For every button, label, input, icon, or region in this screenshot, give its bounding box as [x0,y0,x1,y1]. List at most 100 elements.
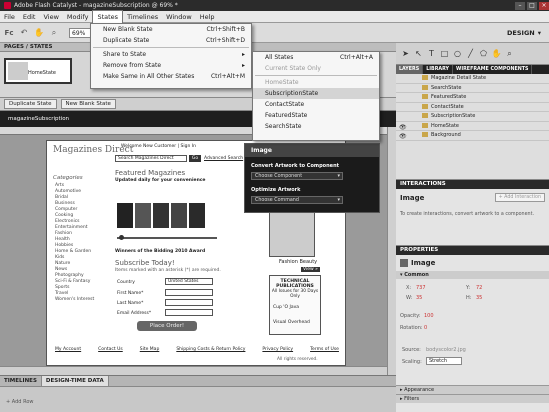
direct-select-icon[interactable]: ↖ [413,48,424,59]
country-select[interactable]: United States [165,278,213,285]
select-arrow-icon[interactable]: ➤ [400,48,411,59]
layer-row[interactable]: FeaturedState [396,93,549,103]
hand-icon[interactable]: ✋ [33,27,45,39]
submenu-item-homestate[interactable]: HomeState [253,77,379,88]
footer-link[interactable]: Terms of Use [310,347,339,352]
filters-section[interactable]: ▸ Filters [396,394,549,403]
menu-item-make-same-all-states[interactable]: Make Same in All Other States Ctrl+Alt+M [91,71,251,82]
menu-separator [255,75,377,76]
common-section[interactable]: ▾ Common [396,271,549,279]
opacity-value[interactable]: 100 [424,313,434,319]
line-tool-icon[interactable]: ╱ [465,48,476,59]
menu-item-new-blank-state[interactable]: New Blank State Ctrl+Shift+B [91,24,251,35]
submenu-item-all-states[interactable]: All States Ctrl+Alt+A [253,52,379,63]
y-value[interactable]: 72 [476,285,482,291]
footer-link[interactable]: Privacy Policy [262,347,293,352]
submenu-item-current-state-only[interactable]: Current State Only [253,63,379,74]
tab-design-time-data[interactable]: DESIGN-TIME DATA [41,376,109,386]
menu-file[interactable]: File [0,11,19,23]
submenu-item-featuredstate[interactable]: FeaturedState [253,110,379,121]
tech-ad-box[interactable]: TECHNICAL PUBLICATIONS All Issues for 30… [269,275,321,335]
title-bar: Adobe Flash Catalyst - magazineSubscript… [0,0,549,11]
tab-timelines[interactable]: TIMELINES [0,376,42,386]
appearance-section[interactable]: ▸ Appearance [396,385,549,394]
magazine-cover-image[interactable] [135,203,151,228]
magazine-cover-image[interactable] [171,203,187,228]
scaling-select[interactable]: Stretch [426,357,462,365]
w-value[interactable]: 35 [416,295,422,301]
footer-link[interactable]: My Account [55,347,81,352]
undo-icon[interactable]: ↶ [18,27,30,39]
email-input[interactable] [165,309,213,316]
footer-link[interactable]: Contact Us [98,347,123,352]
menu-timelines[interactable]: Timelines [123,11,162,23]
choose-command-select[interactable]: Choose Command [251,196,343,204]
polygon-tool-icon[interactable]: ⬠ [478,48,489,59]
layer-name: SubscriptionState [431,113,476,119]
hand-tool-icon[interactable]: ✋ [491,48,502,59]
rotation-value[interactable]: 0 [424,325,427,331]
duplicate-state-button[interactable]: Duplicate State [4,99,57,109]
vertical-scrollbar[interactable] [387,127,396,375]
workspace-switcher[interactable]: DESIGN ▾ [396,23,549,43]
maximize-button[interactable]: □ [527,1,537,10]
choose-component-select[interactable]: Choose Component [251,172,343,180]
magazine-cover-image[interactable] [117,203,133,228]
magazine-cover-image[interactable] [153,203,169,228]
menu-states[interactable]: States [92,10,124,23]
zoom-icon[interactable]: ⌕ [48,27,60,39]
layer-row[interactable]: 👁 HomeState [396,122,549,131]
ellipse-tool-icon[interactable]: ○ [452,48,463,59]
advanced-search-link[interactable]: Advanced Search [204,156,243,161]
slider-handle[interactable] [119,235,124,240]
submenu-item-contactstate[interactable]: ContactState [253,99,379,110]
close-button[interactable]: × [539,1,549,10]
menu-item-share-to-state[interactable]: Share to State ▸ [91,49,251,60]
x-value[interactable]: 737 [416,285,426,291]
category-link[interactable]: Women's Interest [55,297,94,303]
rectangle-tool-icon[interactable]: □ [439,48,450,59]
menu-item-duplicate-state[interactable]: Duplicate State Ctrl+Shift+D [91,35,251,46]
view-button[interactable]: View » [301,267,320,272]
submenu-item-searchstate[interactable]: SearchState [253,121,379,132]
menu-item-label: FeaturedState [265,112,308,119]
go-button[interactable]: Go [189,155,201,162]
new-blank-state-button[interactable]: New Blank State [60,99,116,109]
h-value[interactable]: 35 [476,295,482,301]
menu-window[interactable]: Window [162,11,196,23]
zoom-tool-icon[interactable]: ⌕ [504,48,515,59]
menu-separator [93,47,249,48]
last-name-label: Last Name* [117,301,144,306]
layer-row[interactable]: SearchState [396,84,549,93]
layer-row[interactable]: SubscriptionState [396,112,549,122]
carousel-slider[interactable] [117,237,217,239]
text-tool-icon[interactable]: T [426,48,437,59]
add-row-button[interactable]: + Add Row [6,399,396,405]
magazine-cover-image[interactable] [189,203,205,228]
menu-help[interactable]: Help [196,11,219,23]
states-menu: New Blank State Ctrl+Shift+B Duplicate St… [90,23,252,89]
footer-link[interactable]: Site Map [140,347,160,352]
layer-row[interactable]: ContactState [396,103,549,112]
footer-link[interactable]: Shipping Costs & Return Policy [176,347,245,352]
search-input[interactable]: Search Magazines Direct [115,155,187,162]
workspace-label: DESIGN [507,28,535,37]
tab-library[interactable]: LIBRARY [423,65,454,74]
submenu-item-subscriptionstate[interactable]: SubscriptionState [253,88,379,99]
menu-edit[interactable]: Edit [19,11,40,23]
menu-item-remove-from-state[interactable]: Remove from State ▸ [91,60,251,71]
minimize-button[interactable]: – [515,1,525,10]
tab-wireframe-components[interactable]: WIREFRAME COMPONENTS [453,65,533,74]
menu-modify[interactable]: Modify [63,11,93,23]
menu-view[interactable]: View [39,11,62,23]
eye-icon[interactable]: 👁 [399,132,407,141]
thumbnail-preview [8,62,28,80]
place-order-button[interactable]: Place Order! [137,321,197,331]
horizontal-scrollbar[interactable] [0,366,387,375]
first-name-input[interactable] [165,289,213,296]
layer-row[interactable]: Magazine Detail State [396,74,549,84]
add-interaction-button[interactable]: + Add Interaction [494,193,545,202]
last-name-input[interactable] [165,299,213,306]
tab-layers[interactable]: LAYERS [396,65,424,74]
layer-row[interactable]: 👁 Background [396,131,549,141]
